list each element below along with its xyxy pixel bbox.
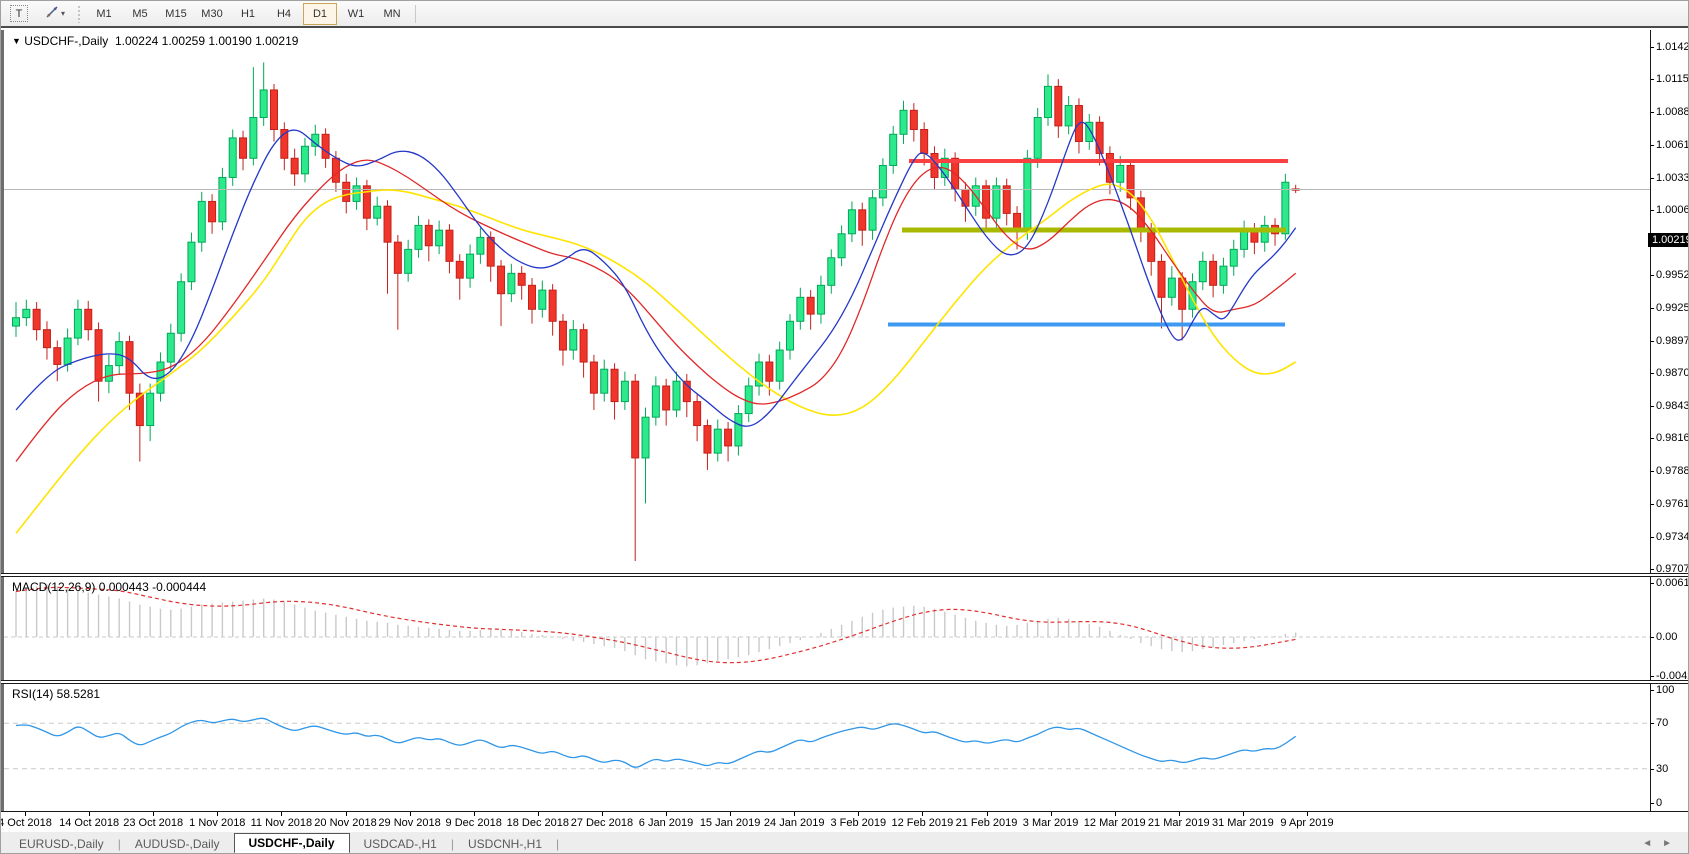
panel-splitter-2[interactable] [1,680,1689,684]
date-tick-label: 11 Nov 2018 [251,817,313,829]
date-tick-label: 1 Nov 2018 [189,817,245,829]
macd-axis[interactable]: 0.0061250.00-0.00425 [1650,576,1689,680]
price-tick-label: 0.97885 [1656,465,1689,477]
price-tick-label: 0.98160 [1656,432,1689,444]
date-tick-label: 3 Feb 2019 [830,817,886,829]
panel-splitter-1[interactable] [1,573,1689,577]
timeframe-button-m15[interactable]: M15 [159,3,193,25]
macd-histogram [16,584,1296,666]
price-tick-label: 1.00065 [1656,204,1689,216]
ma-yellow-line[interactable] [16,184,1296,533]
price-tick-label: 1.01155 [1656,73,1689,85]
date-tick-label: 24 Jan 2019 [764,817,825,829]
rsi-line[interactable] [16,718,1296,767]
chevron-down-icon: ▾ [61,9,65,18]
macd-panel[interactable]: MACD(12,26,9) 0.000443 -0.000444 0.00612… [1,576,1689,680]
date-tick-label: 23 Oct 2018 [123,817,183,829]
price-tick-label: 1.00880 [1656,106,1689,118]
chart-window[interactable]: ▼ USDCHF-,Daily 1.00224 1.00259 1.00190 … [1,26,1689,834]
text-tool-button[interactable]: T [2,3,36,25]
date-tick-label: 21 Mar 2019 [1148,817,1210,829]
chart-symbol-label: USDCHF-,Daily [24,34,108,48]
top-toolbar: T ▾ M1M5M15M30H1H4D1W1MN [1,1,1689,27]
symbol-dropdown-icon[interactable]: ▼ [12,36,21,46]
price-tick-label: 1.00610 [1656,139,1689,151]
date-tick-label: 18 Dec 2018 [507,817,569,829]
timeframe-button-h4[interactable]: H4 [267,3,301,25]
date-tick-label: 27 Dec 2018 [571,817,633,829]
timeframe-button-mn[interactable]: MN [375,3,409,25]
timeframe-button-d1[interactable]: D1 [303,3,337,25]
diagonal-arrows-icon [45,5,59,22]
price-axis[interactable]: 1.01425 1.01155 1.00880 1.00610 1.00335 1.000… [1650,30,1689,573]
price-tick-label: 0.97615 [1656,498,1689,510]
date-tick-label: 14 Oct 2018 [59,817,119,829]
macd-label: MACD(12,26,9) 0.000443 -0.000444 [12,580,206,594]
price-tick-label: 0.98975 [1656,335,1689,347]
chart-tab-audusd[interactable]: AUDUSD-,Daily [123,835,232,853]
date-tick-label: 3 Mar 2019 [1023,817,1079,829]
rsi-tick-label: 0 [1656,797,1662,809]
chart-tab-bar: EURUSD-,Daily|AUDUSD-,DailyUSDCHF-,Daily… [1,832,1689,854]
toolbar-grip[interactable] [77,5,82,23]
date-tick-label: 6 Jan 2019 [639,817,693,829]
date-tick-label: 20 Nov 2018 [314,817,376,829]
macd-tick-label: 0.00 [1656,631,1677,643]
trading-terminal-window: T ▾ M1M5M15M30H1H4D1W1MN ▼ USDCHF-,Daily… [0,0,1689,854]
rsi-tick-label: 70 [1656,717,1668,729]
timeframe-button-m30[interactable]: M30 [195,3,229,25]
timeframe-group: M1M5M15M30H1H4D1W1MN [86,3,410,25]
tab-scroll-right-icon[interactable]: ► [1662,838,1682,849]
rsi-tick-label: 100 [1656,684,1674,696]
timeframe-button-m5[interactable]: M5 [123,3,157,25]
date-tick-label: 29 Nov 2018 [378,817,440,829]
tab-scroll-left-icon[interactable]: ◄ [1642,838,1662,849]
date-axis[interactable]: 4 Oct 2018 14 Oct 2018 23 Oct 2018 1 Nov 20… [1,811,1689,834]
timeframe-button-w1[interactable]: W1 [339,3,373,25]
chart-tab-eurusd[interactable]: EURUSD-,Daily [7,835,116,853]
toolbar-separator [415,5,416,23]
current-price-label: 1.00219 [1648,233,1689,247]
chart-ohlc-values: 1.00224 1.00259 1.00190 1.00219 [115,34,299,48]
date-tick-label: 9 Apr 2019 [1280,817,1333,829]
date-tick-label: 15 Jan 2019 [700,817,761,829]
tab-separator: | [556,837,559,851]
date-tick-label: 21 Feb 2019 [956,817,1018,829]
tab-separator: | [118,837,121,851]
candles-layer [13,62,1300,561]
rsi-panel[interactable]: RSI(14) 58.5281 100 70 30 0 [1,683,1689,811]
date-tick-label: 12 Feb 2019 [892,817,954,829]
date-tick-label: 4 Oct 2018 [0,817,52,829]
text-cursor-icon: T [10,5,28,22]
chart-tab-usdcad[interactable]: USDCAD-,H1 [352,835,449,853]
price-tick-label: 1.00335 [1656,172,1689,184]
timeframe-button-m1[interactable]: M1 [87,3,121,25]
price-panel[interactable]: ▼ USDCHF-,Daily 1.00224 1.00259 1.00190 … [1,30,1689,573]
tab-separator: | [451,837,454,851]
date-tick-label: 12 Mar 2019 [1084,817,1146,829]
rsi-axis[interactable]: 100 70 30 0 [1650,683,1689,811]
chart-tab-usdcnh[interactable]: USDCNH-,H1 [456,835,554,853]
price-tick-label: 0.98430 [1656,400,1689,412]
tab-scroll-arrows: ◄► [1642,838,1682,849]
timeframe-button-h1[interactable]: H1 [231,3,265,25]
price-tick-label: 0.99520 [1656,269,1689,281]
rsi-label: RSI(14) 58.5281 [12,687,100,701]
cursor-mode-button[interactable]: ▾ [38,3,72,25]
chart-tab-usdchf[interactable]: USDCHF-,Daily [234,833,350,854]
chart-title: ▼ USDCHF-,Daily 1.00224 1.00259 1.00190 … [12,34,298,48]
rsi-tick-label: 30 [1656,763,1668,775]
price-tick-label: 0.99250 [1656,302,1689,314]
date-tick-label: 9 Dec 2018 [446,817,502,829]
price-tick-label: 0.98705 [1656,367,1689,379]
price-tick-label: 1.01425 [1656,41,1689,53]
date-tick-label: 31 Mar 2019 [1212,817,1274,829]
macd-tick-label: 0.006125 [1656,577,1689,589]
price-tick-label: 0.97340 [1656,531,1689,543]
